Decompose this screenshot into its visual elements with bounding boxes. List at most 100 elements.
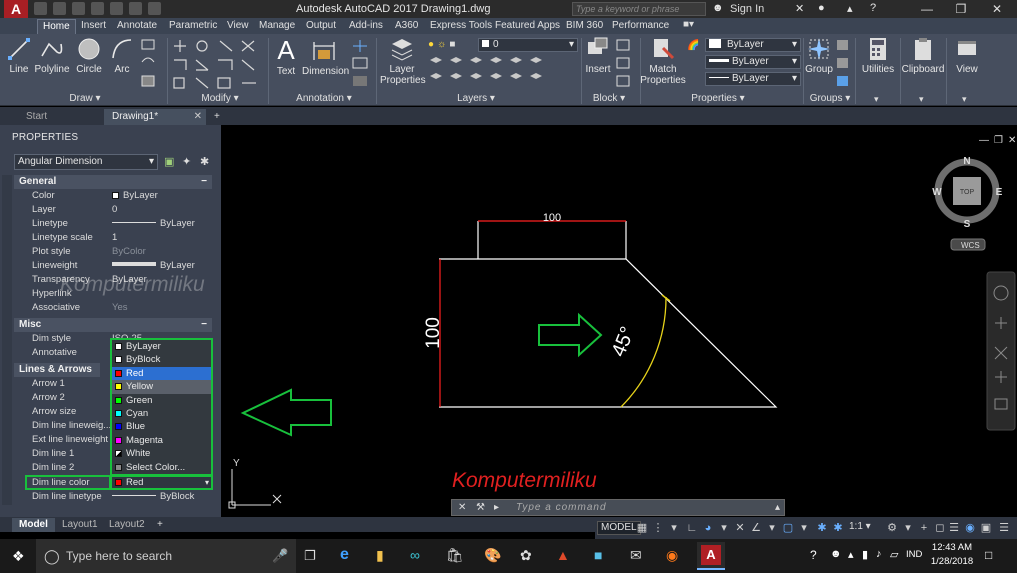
tab-express-tools[interactable]: Express Tools	[425, 19, 497, 34]
text-button[interactable]: A Text	[272, 36, 300, 77]
color-option-byblock[interactable]: ByBlock	[112, 353, 211, 366]
new-layout-button[interactable]: +	[150, 518, 170, 532]
prop-row-associative[interactable]: Associative Yes	[14, 301, 212, 315]
app-icon[interactable]: ▲	[556, 547, 570, 563]
color-option-green[interactable]: Green	[112, 394, 211, 407]
polar-tracking-icon[interactable]: ◕	[701, 521, 715, 535]
annotation-panel-title[interactable]: Annotation ▾	[286, 93, 362, 105]
toggle-pickadd-icon[interactable]: ▣	[164, 155, 174, 168]
object-snap-tracking-icon[interactable]: ∠	[749, 521, 763, 535]
modify-panel-title[interactable]: Modify ▾	[185, 93, 255, 105]
viewcube-south[interactable]: S	[964, 219, 971, 230]
color-option-red[interactable]: Red	[112, 366, 211, 381]
viewcube-top-face[interactable]: TOP	[960, 189, 975, 196]
close-window-button[interactable]: ✕	[982, 1, 1012, 17]
object-snap-menu-icon[interactable]: ▾	[797, 521, 811, 535]
tab-a360[interactable]: A360	[390, 19, 423, 34]
viewcube-west[interactable]: W	[932, 187, 942, 198]
polyline-button[interactable]: Polyline	[34, 36, 70, 75]
taskbar-clock[interactable]: 12:43 AM 1/28/2018	[928, 541, 976, 569]
color-option-magenta[interactable]: Magenta	[112, 434, 211, 447]
auto-scale-icon[interactable]: ✱	[831, 521, 845, 535]
battery-icon[interactable]: ▱	[890, 548, 898, 561]
restore-window-button[interactable]: ❐	[946, 1, 976, 17]
file-explorer-icon[interactable]: ▮	[376, 547, 384, 564]
utilities-expand-icon[interactable]: ▾	[874, 94, 879, 105]
navigation-bar[interactable]	[986, 271, 1016, 431]
ortho-icon[interactable]: ∟	[685, 521, 699, 535]
task-view-icon[interactable]: ❐	[304, 548, 316, 564]
firefox-icon[interactable]: ◉	[666, 547, 678, 564]
isolate-objects-icon[interactable]: ◉	[963, 521, 977, 535]
save-icon[interactable]	[72, 2, 85, 15]
lineweight-select[interactable]: ByLayer ▾	[705, 55, 801, 69]
stay-connected-icon[interactable]: ▴	[847, 2, 853, 15]
new-file-icon[interactable]	[34, 2, 47, 15]
tab-performance[interactable]: Performance	[607, 19, 674, 34]
edge-browser-icon[interactable]: e	[340, 546, 349, 564]
section-lines-arrows[interactable]: Lines & Arrows	[14, 363, 100, 377]
insert-block-button[interactable]: Insert	[584, 36, 612, 75]
arduino-icon[interactable]: ∞	[410, 547, 420, 563]
tab-bim-360[interactable]: BIM 360	[561, 19, 608, 34]
section-misc[interactable]: Misc −	[14, 318, 212, 332]
help-icon[interactable]: ?	[870, 2, 876, 14]
prop-row-plot-style[interactable]: Plot style ByColor	[14, 245, 212, 259]
tab-parametric[interactable]: Parametric	[164, 19, 222, 34]
tab-manage[interactable]: Manage	[254, 19, 300, 34]
palette-side-strip[interactable]	[2, 175, 12, 505]
polar-dropdown-icon[interactable]: ▾	[717, 521, 731, 535]
color-option-blue[interactable]: Blue	[112, 420, 211, 433]
tab-model[interactable]: Model	[12, 518, 55, 532]
tab-home[interactable]: Home	[37, 19, 76, 34]
prop-row-linetype[interactable]: Linetype ByLayer	[14, 217, 212, 231]
quick-properties-icon[interactable]: ☰	[947, 521, 961, 535]
object-snap-dropdown-icon[interactable]: ▾	[765, 521, 779, 535]
input-language[interactable]: IND	[906, 549, 922, 560]
groups-panel-title[interactable]: Groups ▾	[806, 93, 854, 105]
arc-button[interactable]: Arc	[108, 36, 136, 75]
windows-start-icon[interactable]: ❖	[12, 548, 25, 565]
help-search-input[interactable]: Type a keyword or phrase	[572, 2, 706, 16]
sign-in-link[interactable]: Sign In	[730, 3, 764, 15]
quick-select-icon[interactable]: ✱	[200, 155, 209, 168]
clipboard-button[interactable]: Clipboard	[901, 36, 945, 75]
tab-view[interactable]: View	[222, 19, 254, 34]
autocad-logo[interactable]: A	[4, 0, 28, 18]
view-expand-icon[interactable]: ▾	[962, 94, 967, 105]
utilities-button[interactable]: Utilities	[858, 36, 898, 75]
command-input[interactable]: Type a command	[516, 502, 607, 513]
snap-icon[interactable]: ⋮	[651, 521, 665, 535]
ribbon-minimize-icon[interactable]: ■▾	[683, 19, 694, 30]
viewport-restore-icon[interactable]: ❐	[994, 135, 1003, 146]
object-type-select[interactable]: Angular Dimension ▾	[14, 154, 158, 170]
clean-screen-icon[interactable]: ▣	[979, 521, 993, 535]
view-button[interactable]: View	[950, 36, 984, 75]
people-icon[interactable]: ☻	[830, 548, 842, 560]
exchange-apps-icon[interactable]: ✕	[795, 2, 804, 15]
select-objects-icon[interactable]: ✦	[182, 155, 191, 168]
modify-tools[interactable]	[172, 38, 262, 90]
notifications-icon[interactable]: □	[985, 548, 992, 562]
layer-properties-button[interactable]: Layer Properties	[380, 36, 426, 86]
minimize-window-button[interactable]: —	[912, 1, 942, 17]
store-icon[interactable]: 🛍	[446, 547, 464, 564]
color-option-select-color[interactable]: Select Color...	[112, 461, 211, 474]
undo-icon[interactable]	[129, 2, 142, 15]
color-option-bylayer[interactable]: ByLayer	[112, 340, 211, 353]
layer-current-select[interactable]: 0 ▾	[478, 38, 578, 52]
section-general[interactable]: General −	[14, 175, 212, 189]
command-history-icon[interactable]: ▴	[775, 502, 780, 513]
annotation-scale[interactable]: 1:1 ▾	[849, 521, 871, 532]
tab-layout1[interactable]: Layout1	[55, 518, 105, 532]
annotation-visibility-icon[interactable]: ✱	[815, 521, 829, 535]
dimension-button[interactable]: Dimension	[302, 36, 349, 77]
dim-line-color-dropdown-list[interactable]: ByLayer ByBlock Red Yellow Green Cyan Bl…	[110, 338, 213, 476]
viewport-minimize-icon[interactable]: —	[979, 135, 989, 146]
app-icon[interactable]: ■	[594, 547, 602, 563]
redo-icon[interactable]	[148, 2, 161, 15]
units-icon[interactable]: ◻	[933, 521, 947, 535]
prop-row-dim-line-linetype[interactable]: Dim line linetype ByBlock	[14, 490, 212, 504]
customize-icon[interactable]: ⚒	[476, 502, 485, 513]
close-command-line-icon[interactable]: ✕	[458, 502, 466, 513]
